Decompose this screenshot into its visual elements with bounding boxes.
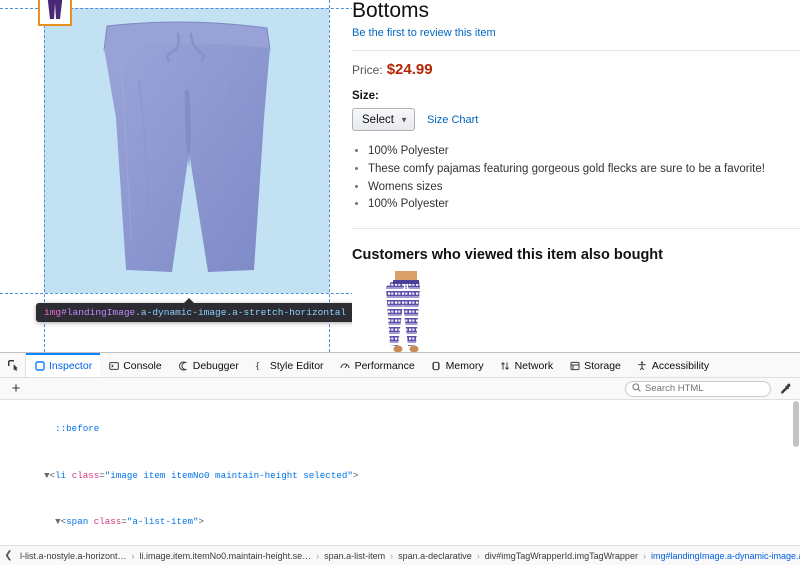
size-label: Size: — [352, 90, 379, 103]
pseudo-before: ::before — [55, 423, 100, 435]
inspector-toolbar: + Search HTML — [0, 378, 800, 400]
recommendation-pants-image — [386, 271, 420, 353]
divider-top — [352, 50, 800, 52]
breadcrumb-item[interactable]: span.a-declarative — [393, 551, 477, 561]
price-row: Price: $24.99 — [352, 61, 800, 78]
attr-value: "a-list-item" — [126, 515, 199, 527]
landing-image[interactable] — [44, 8, 329, 293]
network-icon — [500, 361, 511, 372]
tab-inspector[interactable]: Inspector — [26, 353, 101, 377]
feature-bullet-list: 100% Polyester These comfy pajamas featu… — [352, 143, 800, 214]
tooltip-selector: img#landingImage.a-dynamic-image.a-stret… — [44, 307, 346, 318]
add-node-button[interactable]: + — [4, 380, 28, 398]
breadcrumb-item[interactable]: div#imgTagWrapperId.imgTagWrapper — [480, 551, 643, 561]
attr-value: "image item itemNo0 maintain-height sele… — [104, 469, 353, 481]
markup-line[interactable]: ▼<li class="image item itemNo0 maintain-… — [0, 470, 800, 482]
tab-performance[interactable]: Performance — [332, 353, 423, 377]
tab-storage[interactable]: Storage — [561, 353, 629, 377]
recommendations-heading: Customers who viewed this item also boug… — [352, 247, 663, 264]
tab-label: Console — [123, 360, 162, 372]
product-detail-column: Bottoms Be the first to review this item… — [352, 0, 800, 389]
size-select-wrapper[interactable]: Select ▼ — [352, 108, 415, 132]
tab-memory[interactable]: Memory — [423, 353, 492, 377]
console-icon — [108, 361, 119, 372]
performance-icon — [340, 361, 351, 372]
devtools-panel: Inspector Console Debugger { } Style Edi… — [0, 352, 800, 565]
size-chart-link[interactable]: Size Chart — [427, 114, 478, 126]
tab-console[interactable]: Console — [100, 353, 170, 377]
accessibility-icon — [637, 361, 648, 372]
inspector-guide-right — [329, 0, 330, 352]
search-placeholder: Search HTML — [645, 383, 704, 394]
style-editor-icon: { } — [255, 361, 266, 372]
breadcrumb: ❮ l-list.a-nostyle.a-horizont… › li.imag… — [0, 545, 800, 565]
price-label: Price: — [352, 63, 383, 78]
tab-style-editor[interactable]: { } Style Editor — [247, 353, 332, 377]
tab-label: Inspector — [49, 360, 93, 372]
breadcrumb-item[interactable]: span.a-list-item — [319, 551, 390, 561]
element-picker-icon[interactable] — [0, 353, 26, 377]
tag-name: li — [55, 469, 67, 481]
breadcrumb-item[interactable]: li.image.item.itemNo0.maintain-height.se… — [135, 551, 317, 561]
size-select[interactable]: Select — [352, 108, 415, 132]
tab-accessibility[interactable]: Accessibility — [629, 353, 717, 377]
attr-name: class — [71, 469, 100, 481]
recommendation-image[interactable] — [352, 271, 460, 357]
svg-text:{ }: { } — [255, 362, 266, 371]
tab-label: Style Editor — [269, 360, 324, 372]
markup-view[interactable]: ::before ▼<li class="image item itemNo0 … — [0, 400, 800, 546]
page-title: Bottoms — [352, 0, 430, 22]
breadcrumb-scroll-left[interactable]: ❮ — [2, 550, 15, 561]
list-item: 100% Polyester — [368, 143, 800, 161]
write-review-link[interactable]: Be the first to review this item — [352, 27, 496, 39]
debugger-icon — [178, 361, 189, 372]
tooltip-classes: .a-dynamic-image.a-stretch-horizontal — [135, 307, 347, 318]
eyedropper-icon[interactable] — [774, 383, 796, 395]
breadcrumb-item-current[interactable]: img#landingImage.a-dynamic-image.a-stret… — [646, 551, 800, 561]
tag-name: span — [66, 515, 89, 527]
list-item: 100% Polyester — [368, 196, 800, 214]
search-icon — [632, 382, 641, 395]
tab-label: Network — [514, 360, 554, 372]
memory-icon — [431, 361, 442, 372]
tab-network[interactable]: Network — [492, 353, 562, 377]
search-input[interactable]: Search HTML — [625, 380, 771, 397]
tab-label: Memory — [445, 360, 484, 372]
markup-scrollbar[interactable] — [793, 401, 799, 447]
product-pants-image — [103, 20, 271, 272]
tab-label: Accessibility — [651, 360, 710, 372]
tab-label: Performance — [354, 360, 415, 372]
breadcrumb-item[interactable]: l-list.a-nostyle.a-horizont… — [15, 551, 132, 561]
markup-line[interactable]: ::before — [0, 423, 800, 435]
devtools-tabbar: Inspector Console Debugger { } Style Edi… — [0, 353, 800, 378]
tab-label: Storage — [584, 360, 621, 372]
tooltip-tag: img — [44, 307, 62, 318]
price-value: $24.99 — [386, 61, 433, 79]
list-item: Womens sizes — [368, 179, 800, 197]
tab-label: Debugger — [192, 360, 239, 372]
tooltip-id: #landingImage — [61, 307, 136, 318]
size-row: Select ▼ Size Chart — [352, 108, 800, 132]
tab-debugger[interactable]: Debugger — [170, 353, 247, 377]
list-item: These comfy pajamas featuring gorgeous g… — [368, 161, 800, 179]
storage-icon — [569, 361, 580, 372]
inspector-icon — [34, 361, 45, 372]
markup-line[interactable]: ▼<span class="a-list-item"> — [0, 516, 800, 528]
divider-recommendations — [352, 228, 800, 230]
